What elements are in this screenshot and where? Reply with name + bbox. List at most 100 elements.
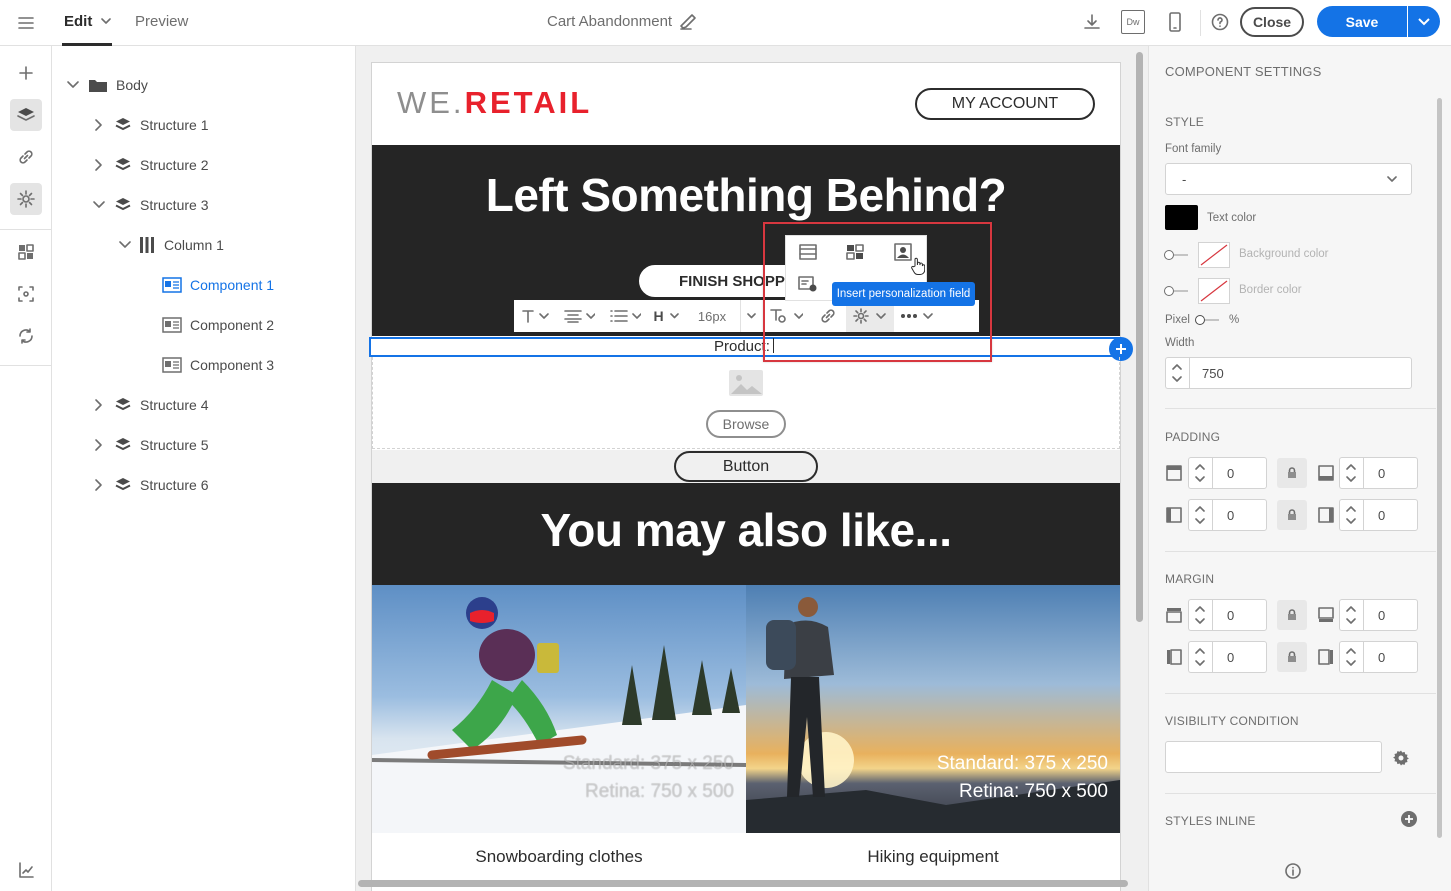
- padding-bottom-stepper[interactable]: [1339, 457, 1363, 489]
- background-color-toggle[interactable]: [1164, 250, 1188, 260]
- padding-right-icon: [1317, 505, 1335, 525]
- chevron-right-icon[interactable]: [94, 438, 104, 452]
- padding-right-stepper[interactable]: [1339, 499, 1363, 531]
- chevron-down-icon[interactable]: [98, 12, 114, 30]
- tree-item-component-2[interactable]: Component 2: [162, 315, 274, 335]
- padding-right-input[interactable]: 0: [1363, 499, 1418, 531]
- dreamweaver-icon[interactable]: Dw: [1121, 10, 1145, 34]
- chevron-down-icon[interactable]: [118, 240, 132, 250]
- help-icon[interactable]: [1208, 10, 1232, 34]
- tree-item-structure-2[interactable]: Structure 2: [94, 155, 208, 175]
- margin-lock-icon[interactable]: [1277, 642, 1307, 672]
- add-icon[interactable]: [10, 57, 42, 89]
- padding-top-input[interactable]: 0: [1212, 457, 1267, 489]
- padding-top-stepper[interactable]: [1188, 457, 1212, 489]
- fragments-icon[interactable]: [10, 236, 42, 268]
- info-icon[interactable]: [1283, 861, 1303, 881]
- select-area-icon[interactable]: [10, 278, 42, 310]
- margin-lock-icon[interactable]: [1277, 600, 1307, 630]
- save-options-chevron-icon[interactable]: [1408, 6, 1440, 37]
- list-icon[interactable]: [602, 300, 648, 332]
- margin-top-stepper[interactable]: [1188, 599, 1212, 631]
- margin-bottom-input[interactable]: 0: [1363, 599, 1418, 631]
- heading-dropdown[interactable]: H: [648, 300, 684, 332]
- align-icon[interactable]: [556, 300, 602, 332]
- generic-button[interactable]: Button: [674, 451, 818, 482]
- text-style-icon[interactable]: [514, 300, 556, 332]
- tree-item-component-1[interactable]: Component 1: [162, 275, 274, 295]
- text-image-component-icon: [162, 317, 182, 333]
- browse-button[interactable]: Browse: [706, 410, 786, 438]
- panel-scrollbar[interactable]: [1437, 98, 1442, 838]
- vertical-scrollbar[interactable]: [1136, 52, 1143, 622]
- save-button[interactable]: Save: [1317, 6, 1407, 37]
- width-input[interactable]: 750: [1189, 357, 1412, 389]
- font-size-field[interactable]: 16px: [684, 300, 740, 332]
- margin-right-stepper[interactable]: [1339, 641, 1363, 673]
- section-visibility-label: VISIBILITY CONDITION: [1165, 714, 1299, 728]
- padding-bottom-input[interactable]: 0: [1363, 457, 1418, 489]
- unit-toggle[interactable]: [1195, 315, 1221, 325]
- chevron-right-icon[interactable]: [94, 398, 104, 412]
- text-color-swatch[interactable]: [1165, 205, 1198, 230]
- font-family-select[interactable]: -: [1165, 163, 1412, 195]
- tree-item-structure-3[interactable]: Structure 3: [92, 195, 208, 215]
- edit-title-icon[interactable]: [676, 10, 700, 34]
- padding-left-stepper[interactable]: [1188, 499, 1212, 531]
- download-icon[interactable]: [1080, 10, 1104, 34]
- gear-icon[interactable]: [1390, 747, 1412, 769]
- tree-item-structure-1[interactable]: Structure 1: [94, 115, 208, 135]
- section-padding-label: PADDING: [1165, 430, 1221, 444]
- margin-left-stepper[interactable]: [1188, 641, 1212, 673]
- my-account-button[interactable]: MY ACCOUNT: [915, 88, 1095, 120]
- tree-item-label: Column 1: [164, 237, 224, 253]
- margin-right-input[interactable]: 0: [1363, 641, 1418, 673]
- width-stepper[interactable]: [1165, 357, 1189, 389]
- document-title: Cart Abandonment: [547, 13, 673, 30]
- margin-left-input[interactable]: 0: [1212, 641, 1267, 673]
- personalization-icon[interactable]: [10, 183, 42, 215]
- tree-item-structure-4[interactable]: Structure 4: [94, 395, 208, 415]
- mobile-preview-icon[interactable]: [1163, 10, 1187, 34]
- email-canvas: WE.RETAIL MY ACCOUNT Left Something Behi…: [356, 46, 1148, 891]
- tree-item-structure-5[interactable]: Structure 5: [94, 435, 208, 455]
- padding-lock-icon[interactable]: [1277, 500, 1307, 530]
- tab-preview[interactable]: Preview: [135, 13, 188, 30]
- image-size-overlay: Standard: 375 x 250: [562, 753, 734, 774]
- margin-top-input[interactable]: 0: [1212, 599, 1267, 631]
- tree-item-structure-6[interactable]: Structure 6: [94, 475, 208, 495]
- tree-item-label: Body: [116, 77, 148, 93]
- tab-edit[interactable]: Edit: [64, 13, 92, 30]
- tree-item-column-1[interactable]: Column 1: [118, 235, 224, 255]
- hamburger-menu-icon[interactable]: [14, 11, 38, 35]
- chevron-right-icon[interactable]: [94, 118, 104, 132]
- chevron-right-icon[interactable]: [94, 478, 104, 492]
- tree-item-label: Structure 1: [140, 117, 209, 133]
- layers-icon[interactable]: [10, 99, 42, 131]
- chevron-down-icon[interactable]: [92, 200, 106, 210]
- margin-bottom-stepper[interactable]: [1339, 599, 1363, 631]
- margin-top-icon: [1165, 605, 1183, 625]
- padding-left-input[interactable]: 0: [1212, 499, 1267, 531]
- add-style-icon[interactable]: [1399, 809, 1419, 829]
- sync-icon[interactable]: [10, 320, 42, 352]
- chevron-down-icon[interactable]: [66, 80, 80, 90]
- link-icon[interactable]: [10, 141, 42, 173]
- divider: [1200, 10, 1201, 36]
- tree-item-component-3[interactable]: Component 3: [162, 355, 274, 375]
- border-color-toggle[interactable]: [1164, 286, 1188, 296]
- font-size-chevron-icon[interactable]: [740, 300, 762, 332]
- visibility-condition-input[interactable]: [1165, 741, 1382, 773]
- product-caption: Hiking equipment: [867, 847, 999, 866]
- chevron-right-icon[interactable]: [94, 158, 104, 172]
- pixel-label: Pixel: [1165, 314, 1190, 326]
- close-button[interactable]: Close: [1240, 7, 1304, 37]
- panel-settings-icon[interactable]: [10, 854, 42, 886]
- horizontal-scrollbar[interactable]: [358, 880, 1128, 887]
- background-color-swatch[interactable]: [1198, 242, 1230, 268]
- padding-lock-icon[interactable]: [1277, 458, 1307, 488]
- tree-item-body[interactable]: Body: [66, 75, 148, 95]
- border-color-swatch[interactable]: [1198, 278, 1230, 304]
- left-rail: [0, 46, 52, 891]
- also-like-title: You may also like...: [540, 504, 953, 556]
